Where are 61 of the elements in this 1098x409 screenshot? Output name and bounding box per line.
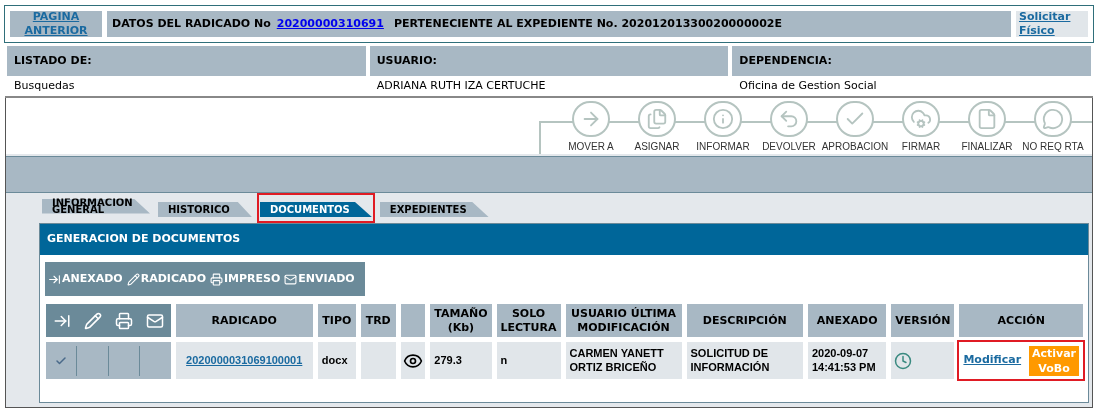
action-icon xyxy=(976,108,998,130)
tab[interactable]: DOCUMENTOS xyxy=(259,202,372,217)
column-header: TRD xyxy=(360,304,396,337)
legend-label: ENVIADO xyxy=(298,270,355,287)
workflow-action-button[interactable]: FINALIZAR xyxy=(956,98,1018,154)
column-header: ANEXADO xyxy=(807,304,887,337)
request-link[interactable]: Solicitar Físico xyxy=(1019,10,1085,38)
preview-icon xyxy=(403,351,423,371)
column-header: TAMAÑO (Kb) xyxy=(430,304,492,337)
table-cell: SOLICITUD DE INFORMACIÓN xyxy=(686,342,803,379)
version-icon xyxy=(894,351,913,370)
workflow-action-button[interactable]: MOVER A xyxy=(560,98,622,154)
workflow-action-button[interactable]: INFORMAR xyxy=(692,98,754,154)
status-column-icon xyxy=(114,311,133,330)
check-icon xyxy=(55,354,68,367)
workflow-action-button[interactable]: APROBACION xyxy=(824,98,886,154)
radicado-link[interactable]: 20200000310691 xyxy=(276,15,384,33)
workflow-action-button[interactable]: NO REQ RTA xyxy=(1022,98,1084,154)
legend-icon xyxy=(284,272,298,286)
action-icon xyxy=(646,108,668,130)
workflow-action-button[interactable]: DEVOLVER xyxy=(758,98,820,154)
title-text: DATOS DEL RADICADO No xyxy=(112,15,271,32)
table-cell: n xyxy=(496,342,561,379)
status-column-icon xyxy=(146,311,165,330)
legend-icon xyxy=(210,272,223,286)
table-cell: 279.3 xyxy=(430,342,492,379)
tab[interactable]: HISTORICO xyxy=(158,202,252,217)
column-header: USUARIO ÚLTIMA MODIFICACIÓN xyxy=(565,304,682,337)
table-cell: CARMEN YANETT ORTIZ BRICEÑO xyxy=(565,342,682,379)
legend-icon xyxy=(126,272,140,286)
column-header: VERSIÓN xyxy=(891,304,955,337)
table-cell: docx xyxy=(317,342,356,379)
modify-link[interactable]: Modificar xyxy=(963,352,1022,369)
info-label: USUARIO: xyxy=(369,46,729,76)
column-header: SOLO LECTURA xyxy=(496,304,561,337)
section-header: GENERACION DE DOCUMENTOS xyxy=(40,224,1088,255)
tab[interactable]: INFORMACION GENERAL xyxy=(42,198,150,214)
workflow-action-button[interactable]: FIRMAR xyxy=(890,98,952,154)
action-icon xyxy=(910,108,932,130)
action-icon xyxy=(712,108,734,130)
legend-label: IMPRESO xyxy=(224,270,281,287)
info-value: ADRIANA RUTH IZA CERTUCHE xyxy=(375,77,547,94)
action-icon xyxy=(778,108,800,130)
action-icon xyxy=(1042,108,1064,130)
status-column-icon xyxy=(83,311,102,330)
title-text: PERTENECIENTE AL EXPEDIENTE No. 20201201330020000002E xyxy=(393,15,782,32)
table-cell: 2020-09-07 14:41:53 PM xyxy=(807,342,887,379)
header-cell xyxy=(400,304,426,337)
workflow-action-button[interactable]: ASIGNAR xyxy=(626,98,688,154)
column-header: ACCIÓN xyxy=(959,304,1083,337)
column-header: DESCRIPCIÓN xyxy=(686,304,803,337)
info-label: LISTADO DE: xyxy=(7,46,366,76)
info-label: DEPENDENCIA: xyxy=(732,46,1091,76)
legend-label: RADICADO xyxy=(140,270,206,287)
legend-icon xyxy=(48,272,61,286)
legend-label: ANEXADO xyxy=(62,270,123,287)
column-header: RADICADO xyxy=(175,304,313,337)
info-value: Busquedas xyxy=(13,77,76,94)
info-value: Oficina de Gestion Social xyxy=(738,77,878,94)
column-header: TIPO xyxy=(317,304,356,337)
tab[interactable]: EXPEDIENTES xyxy=(379,202,489,217)
